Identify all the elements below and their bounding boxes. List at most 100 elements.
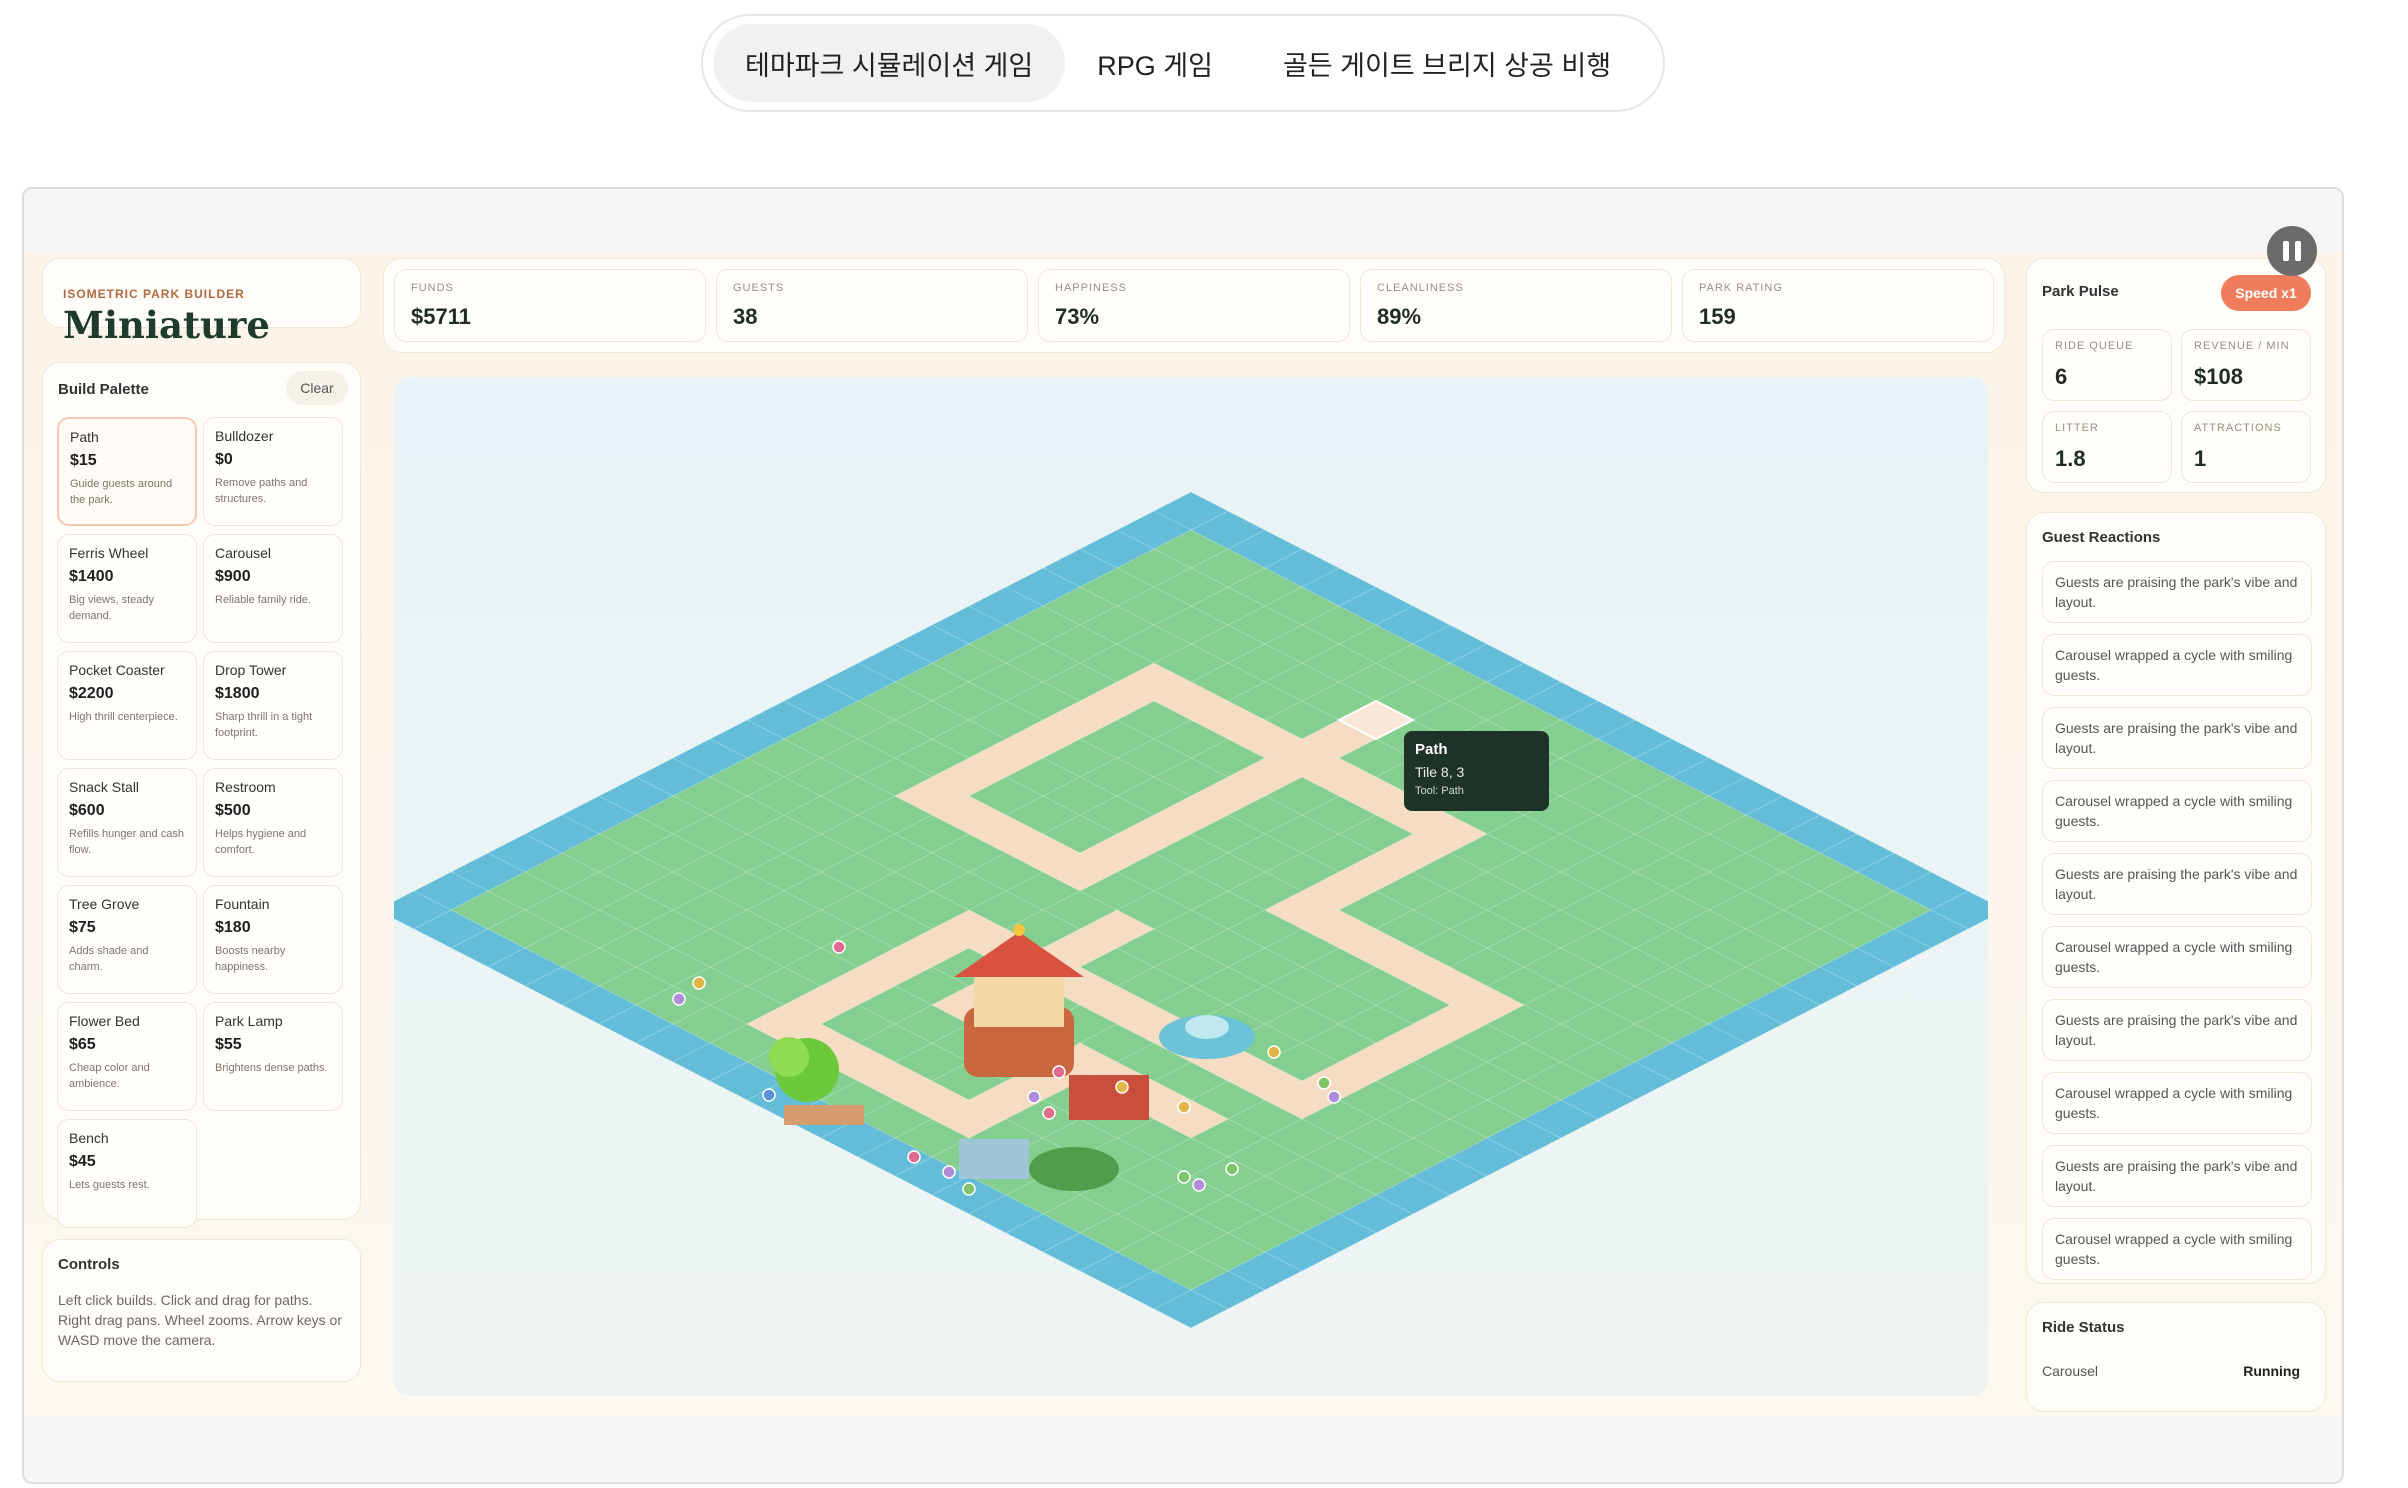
item-name: Carousel xyxy=(215,545,272,561)
item-name: Fountain xyxy=(215,896,270,912)
reaction-item: Guests are praising the park's vibe and … xyxy=(2042,707,2312,769)
stat-cleanliness: CLEANLINESS 89% xyxy=(1360,269,1672,342)
controls-title: Controls xyxy=(58,1256,120,1273)
stat-value: 89% xyxy=(1377,304,1422,329)
palette-grid: Path $15 Guide guests around the park. Bull… xyxy=(57,417,343,1228)
guest-dot xyxy=(1327,1090,1341,1104)
item-name: Snack Stall xyxy=(69,779,140,795)
clear-button[interactable]: Clear xyxy=(286,371,348,405)
tree-canopy xyxy=(769,1037,809,1077)
guest-dot xyxy=(1192,1178,1206,1192)
item-price: $0 xyxy=(215,451,233,468)
ride-status-panel: Ride Status Carousel Running xyxy=(2026,1302,2326,1412)
palette-item-drop-tower[interactable]: Drop Tower $1800 Sharp thrill in a tight f… xyxy=(203,651,343,760)
bench-row xyxy=(784,1105,864,1125)
palette-item-tree-grove[interactable]: Tree Grove $75 Adds shade and charm. xyxy=(57,885,197,994)
item-desc: Adds shade and charm. xyxy=(69,945,149,973)
guest-dot xyxy=(1177,1100,1191,1114)
stat-label: PARK RATING xyxy=(1699,282,1783,294)
speed-button[interactable]: Speed x1 xyxy=(2221,275,2311,311)
tile-tooltip: Path Tile 8, 3 Tool: Path xyxy=(1404,731,1549,811)
reaction-item: Guests are praising the park's vibe and … xyxy=(2042,853,2312,915)
tab-2[interactable]: 골든 게이트 브리지 상공 비행 xyxy=(1251,24,1643,102)
palette-item-flower-bed[interactable]: Flower Bed $65 Cheap color and ambience. xyxy=(57,1002,197,1111)
carousel-body xyxy=(974,972,1064,1027)
palette-item-fountain[interactable]: Fountain $180 Boosts nearby happiness. xyxy=(203,885,343,994)
item-desc: Big views, steady demand. xyxy=(69,594,154,622)
park-pulse-panel: Park Pulse Speed x1 RIDE QUEUE 6 REVENUE… xyxy=(2026,258,2326,493)
stat-happiness: HAPPINESS 73% xyxy=(1038,269,1350,342)
stats-bar: FUNDS $5711 GUESTS 38 HAPPINESS 73% CLEANLINES… xyxy=(383,258,2005,353)
metric-label: LITTER xyxy=(2055,422,2099,434)
tooltip-tile: Tile 8, 3 xyxy=(1415,764,1465,780)
palette-item-restroom[interactable]: Restroom $500 Helps hygiene and comfort. xyxy=(203,768,343,877)
guest-dot xyxy=(1052,1065,1066,1079)
item-name: Bulldozer xyxy=(215,428,274,444)
metric-value: $108 xyxy=(2194,364,2243,389)
guest-dot xyxy=(1267,1045,1281,1059)
metric-label: ATTRACTIONS xyxy=(2194,422,2282,434)
brand-title: Miniature xyxy=(63,303,270,347)
metric-attractions: ATTRACTIONS 1 xyxy=(2181,411,2311,483)
reactions-title: Guest Reactions xyxy=(2042,529,2161,546)
guest-dot xyxy=(942,1165,956,1179)
item-price: $55 xyxy=(215,1036,242,1053)
item-price: $2200 xyxy=(69,685,114,702)
tab-bar: 테마파크 시뮬레이션 게임 RPG 게임 골든 게이트 브리지 상공 비행 xyxy=(701,14,1665,112)
reaction-item: Carousel wrapped a cycle with smiling gu… xyxy=(2042,1218,2312,1280)
metric-ride-queue: RIDE QUEUE 6 xyxy=(2042,329,2172,401)
park-app: ISOMETRIC PARK BUILDER Miniature Build P… xyxy=(24,252,2342,1416)
palette-item-carousel[interactable]: Carousel $900 Reliable family ride. xyxy=(203,534,343,643)
palette-item-pocket-coaster[interactable]: Pocket Coaster $2200 High thrill centerpie… xyxy=(57,651,197,760)
guest-dot xyxy=(1115,1080,1129,1094)
item-price: $500 xyxy=(215,802,251,819)
brand-panel: ISOMETRIC PARK BUILDER Miniature xyxy=(42,258,361,347)
guest-dot xyxy=(1027,1090,1041,1104)
reaction-item: Guests are praising the park's vibe and … xyxy=(2042,999,2312,1061)
park-map[interactable]: Path Tile 8, 3 Tool: Path xyxy=(394,377,1988,1396)
item-name: Park Lamp xyxy=(215,1013,283,1029)
guest-dot xyxy=(1317,1076,1331,1090)
item-name: Drop Tower xyxy=(215,662,287,678)
palette-item-park-lamp[interactable]: Park Lamp $55 Brightens dense paths. xyxy=(203,1002,343,1111)
metric-value: 1.8 xyxy=(2055,446,2086,471)
reaction-item: Carousel wrapped a cycle with smiling gu… xyxy=(2042,1072,2312,1134)
metric-label: REVENUE / MIN xyxy=(2194,340,2290,352)
palette-item-path[interactable]: Path $15 Guide guests around the park. xyxy=(57,417,197,526)
reaction-item: Carousel wrapped a cycle with smiling gu… xyxy=(2042,926,2312,988)
isometric-grid[interactable] xyxy=(394,377,1988,1396)
pause-button[interactable] xyxy=(2267,226,2317,276)
guest-dot xyxy=(672,992,686,1006)
stat-label: GUESTS xyxy=(733,282,785,294)
palette-item-bench[interactable]: Bench $45 Lets guests rest. xyxy=(57,1119,197,1228)
tab-1[interactable]: RPG 게임 xyxy=(1065,24,1245,102)
brand-eyebrow: ISOMETRIC PARK BUILDER xyxy=(63,287,245,301)
item-desc: Lets guests rest. xyxy=(69,1179,150,1191)
ride-name: Carousel xyxy=(2042,1363,2099,1379)
pause-bar xyxy=(2283,241,2289,261)
restroom xyxy=(959,1139,1029,1179)
palette-item-ferris-wheel[interactable]: Ferris Wheel $1400 Big views, steady deman… xyxy=(57,534,197,643)
stat-funds: FUNDS $5711 xyxy=(394,269,706,342)
guest-dot xyxy=(762,1088,776,1102)
palette-item-bulldozer[interactable]: Bulldozer $0 Remove paths and structures. xyxy=(203,417,343,526)
metric-value: 1 xyxy=(2194,446,2207,471)
item-name: Bench xyxy=(69,1130,109,1146)
item-name: Restroom xyxy=(215,779,276,795)
guest-dot xyxy=(1042,1106,1056,1120)
item-desc: Cheap color and ambience. xyxy=(69,1062,150,1090)
palette-item-snack-stall[interactable]: Snack Stall $600 Refills hunger and cash f… xyxy=(57,768,197,877)
build-palette: Build Palette Clear Path $15 Guide guests … xyxy=(42,362,361,1228)
guest-reactions-panel: Guest Reactions Guests are praising the … xyxy=(2026,512,2326,1284)
game-frame: ISOMETRIC PARK BUILDER Miniature Build P… xyxy=(22,187,2344,1484)
item-name: Flower Bed xyxy=(69,1013,140,1029)
item-name: Tree Grove xyxy=(69,896,140,912)
guest-dot xyxy=(692,976,706,990)
item-name: Ferris Wheel xyxy=(69,545,149,561)
tab-0[interactable]: 테마파크 시뮬레이션 게임 xyxy=(713,24,1066,102)
stat-guests: GUESTS 38 xyxy=(716,269,1028,342)
reactions-list: Guests are praising the park's vibe and … xyxy=(2042,561,2312,1291)
snack-stall xyxy=(1069,1075,1149,1120)
stat-value: 159 xyxy=(1699,304,1736,329)
pause-bar xyxy=(2295,241,2301,261)
